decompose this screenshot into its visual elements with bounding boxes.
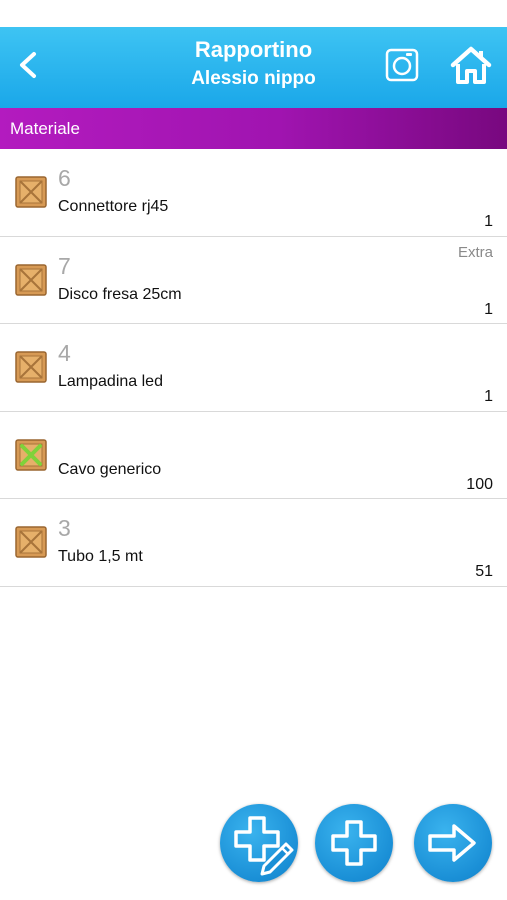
section-header-materiale: Materiale: [0, 108, 507, 149]
list-item[interactable]: 4 Lampadina led 1: [0, 324, 507, 412]
crate-green-x-icon: [15, 438, 47, 471]
list-item[interactable]: Cavo generico 100: [0, 411, 507, 499]
item-code: 3: [58, 515, 71, 541]
add-button[interactable]: [315, 804, 393, 882]
crate-icon: [15, 176, 47, 208]
camera-icon: [385, 48, 419, 82]
item-name: Connettore rj45: [58, 198, 169, 215]
page-title: Rapportino: [194, 37, 313, 62]
arrow-right-icon: [428, 824, 476, 862]
list-item[interactable]: 3 Tubo 1,5 mt 51: [0, 499, 507, 587]
item-name: Cavo generico: [58, 460, 162, 478]
item-code: 4: [58, 340, 71, 366]
camera-button[interactable]: [384, 47, 420, 83]
plus-pencil-icon: [234, 816, 294, 876]
add-with-edit-button[interactable]: [220, 804, 298, 882]
list-item[interactable]: 6 Connettore rj45 1: [0, 149, 507, 237]
page-subtitle: Alessio nippo: [191, 68, 316, 89]
crate-icon: [15, 351, 47, 383]
crate-icon: [15, 526, 47, 558]
next-button[interactable]: [414, 804, 492, 882]
materials-list: 6 Connettore rj45 1 Extra 7 Disco fresa …: [0, 149, 507, 587]
extra-badge: Extra: [457, 243, 493, 261]
crate-icon: [15, 263, 47, 296]
item-name: Tubo 1,5 mt: [58, 548, 143, 565]
home-button[interactable]: [450, 45, 492, 85]
app-header: Rapportino Alessio nippo: [0, 27, 507, 108]
plus-icon: [331, 820, 377, 866]
status-bar-area: [0, 0, 507, 27]
item-name: Disco fresa 25cm: [58, 285, 182, 303]
item-code: 6: [58, 165, 71, 191]
item-quantity: 100: [466, 475, 493, 493]
item-quantity: 51: [475, 563, 493, 580]
header-titles: Rapportino Alessio nippo: [0, 37, 507, 92]
item-quantity: 1: [484, 300, 493, 318]
item-quantity: 1: [484, 213, 493, 230]
list-item[interactable]: Extra 7 Disco fresa 25cm 1: [0, 236, 507, 324]
item-name: Lampadina led: [58, 373, 163, 390]
item-code: 7: [58, 252, 71, 279]
home-icon: [450, 46, 492, 84]
item-quantity: 1: [484, 388, 493, 405]
